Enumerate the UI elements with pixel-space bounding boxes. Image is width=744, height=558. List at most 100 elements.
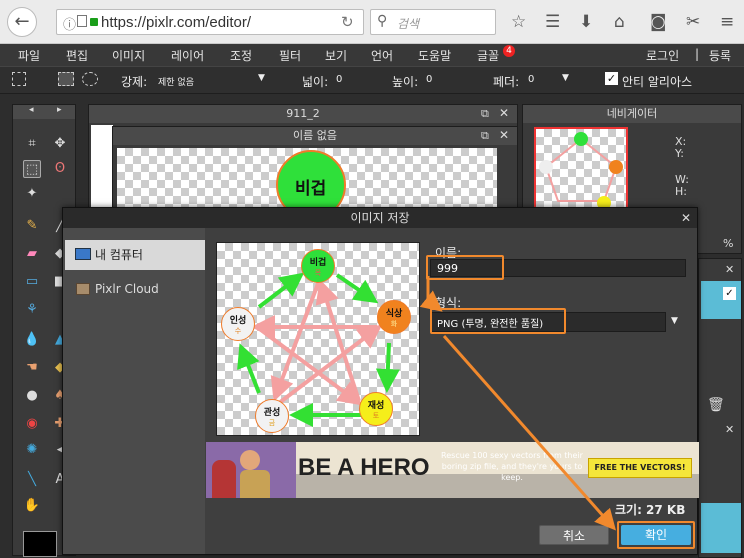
- clone-icon[interactable]: ⚘: [23, 301, 41, 319]
- lasso-icon[interactable]: ʘ: [51, 160, 69, 178]
- dialog-title: 이미지 저장: [350, 211, 410, 225]
- font-badge: 4: [503, 45, 515, 57]
- close-icon[interactable]: ✕: [725, 423, 734, 436]
- back-icon[interactable]: ←: [7, 7, 37, 37]
- menu-filter[interactable]: 필터: [279, 47, 301, 64]
- info-icon[interactable]: ⓘ: [63, 14, 76, 33]
- maximize-icon[interactable]: ⧉: [481, 129, 489, 143]
- force-value[interactable]: 제한 없음: [158, 75, 194, 88]
- register-link[interactable]: 등록: [709, 47, 731, 64]
- screenshot-icon[interactable]: ✂: [686, 12, 700, 32]
- search-input[interactable]: ⚲ 검색: [370, 9, 496, 35]
- gradient-icon[interactable]: ▭: [23, 273, 41, 291]
- location-label: 내 컴퓨터: [95, 248, 143, 262]
- ok-highlight: [617, 521, 695, 549]
- ad-cta-button[interactable]: FREE THE VECTORS!: [588, 458, 692, 478]
- home-icon[interactable]: ⌂: [614, 12, 625, 32]
- node-sub: 수: [234, 326, 242, 335]
- node-sub: 토: [372, 411, 380, 420]
- layer-visibility-checkbox[interactable]: ✓: [723, 287, 736, 300]
- save-location-list: 내 컴퓨터 Pixlr Cloud: [63, 228, 205, 554]
- eyedropper-icon[interactable]: ╲: [23, 471, 41, 489]
- menu-language[interactable]: 언어: [371, 47, 393, 64]
- feather-value[interactable]: 0: [528, 74, 534, 85]
- document-title: 911_2: [89, 105, 517, 123]
- eraser-icon[interactable]: ▰: [23, 245, 41, 263]
- navigator-thumbnail[interactable]: [534, 127, 628, 211]
- cancel-button[interactable]: 취소: [539, 525, 609, 545]
- maximize-icon[interactable]: ⧉: [481, 107, 489, 121]
- color-swatch[interactable]: [23, 531, 57, 557]
- menu-layer[interactable]: 레이어: [171, 47, 204, 64]
- node-label: 식상: [385, 308, 403, 319]
- close-icon[interactable]: ✕: [499, 106, 509, 120]
- marquee-tool-icon[interactable]: ⬚: [23, 160, 41, 178]
- crop-icon[interactable]: ⌗: [23, 135, 41, 153]
- chevron-down-icon[interactable]: ▼: [258, 73, 265, 83]
- search-placeholder: 검색: [397, 17, 420, 31]
- history-row-selected[interactable]: [701, 503, 741, 553]
- node-label: 비겁: [309, 257, 327, 268]
- download-icon[interactable]: ⬇: [579, 12, 593, 32]
- menu-separator: |: [695, 47, 700, 61]
- width-value[interactable]: 0: [336, 74, 342, 85]
- move-icon[interactable]: ✥: [51, 135, 69, 153]
- chevron-down-icon[interactable]: ▼: [562, 73, 569, 83]
- dodge-icon[interactable]: ●: [23, 387, 41, 405]
- login-link[interactable]: 로그인: [646, 47, 679, 64]
- untitled-canvas[interactable]: 비겁: [117, 148, 497, 214]
- preview-node-5: 인성 수: [221, 307, 255, 341]
- cloud-folder-icon: [76, 283, 90, 295]
- preview-node-4: 관성 금: [255, 399, 289, 433]
- pocket-icon[interactable]: ◙: [650, 12, 667, 32]
- computer-icon: [75, 248, 91, 260]
- redeye-icon[interactable]: ◉: [23, 415, 41, 433]
- chevron-right-icon[interactable]: ▸: [57, 105, 62, 115]
- width-label: 넓이:: [302, 75, 329, 89]
- document-title-text: 이름 없음: [293, 129, 337, 142]
- location-pixlr-cloud[interactable]: Pixlr Cloud: [65, 274, 205, 304]
- location-my-computer[interactable]: 내 컴퓨터: [65, 240, 205, 270]
- hero-body: [240, 470, 270, 498]
- antialias-checkbox[interactable]: ✓: [605, 72, 618, 85]
- options-bar: 강제: 제한 없음 ▼ 넓이: 0 높이: 0 페더: 0 ▼ ✓ 안티 알리아…: [0, 66, 744, 94]
- menu-edit[interactable]: 편집: [66, 47, 88, 64]
- close-icon[interactable]: ✕: [499, 128, 509, 142]
- hand-icon[interactable]: ✋: [23, 497, 41, 515]
- smudge-icon[interactable]: ☚: [23, 359, 41, 377]
- reload-icon[interactable]: ↻: [341, 13, 354, 31]
- menu-file[interactable]: 파일: [18, 47, 40, 64]
- chevron-left-icon[interactable]: ◂: [29, 105, 34, 115]
- close-icon[interactable]: ✕: [681, 211, 691, 225]
- menu-view[interactable]: 보기: [325, 47, 347, 64]
- pencil-icon[interactable]: ✎: [23, 217, 41, 235]
- pinch-icon[interactable]: ✺: [23, 441, 41, 459]
- menu-font[interactable]: 글꼴: [477, 47, 499, 64]
- node-sub: 금: [268, 418, 276, 427]
- menu-image[interactable]: 이미지: [112, 47, 145, 64]
- layer-row-selected[interactable]: ✓: [701, 281, 741, 319]
- layers-panel: ✕ ✓ 🗑 ✕: [698, 258, 742, 558]
- reading-list-icon[interactable]: ☰: [545, 12, 560, 32]
- node-sub: 화: [390, 319, 398, 328]
- ad-banner[interactable]: BE A HERO Rescue 100 sexy vectors from t…: [206, 442, 699, 498]
- address-bar[interactable]: ⓘ https://pixlr.com/editor/ ↻: [56, 9, 364, 35]
- ellipse-select-icon[interactable]: [82, 72, 98, 86]
- drop-icon[interactable]: 💧: [23, 331, 41, 349]
- menu-help[interactable]: 도움말: [418, 47, 451, 64]
- node-label: 관성: [263, 407, 281, 418]
- dialog-titlebar: 이미지 저장: [63, 208, 697, 228]
- height-value[interactable]: 0: [426, 74, 432, 85]
- star-icon[interactable]: ☆: [511, 12, 526, 32]
- wand-icon[interactable]: ✦: [23, 185, 41, 203]
- preview-node-1: 비겁 목: [301, 249, 335, 283]
- menu-adjust[interactable]: 조정: [230, 47, 252, 64]
- menu-icon[interactable]: ≡: [720, 12, 734, 32]
- close-icon[interactable]: ✕: [725, 263, 734, 276]
- rect-select-icon[interactable]: [58, 72, 74, 86]
- trash-icon[interactable]: 🗑: [707, 397, 725, 413]
- browser-toolbar: ← ⓘ https://pixlr.com/editor/ ↻ ⚲ 검색 ☆ ☰…: [0, 0, 744, 44]
- preview-node-3: 재성 토: [359, 392, 393, 426]
- chevron-down-icon[interactable]: ▼: [671, 316, 678, 326]
- url-text[interactable]: https://pixlr.com/editor/: [101, 14, 251, 31]
